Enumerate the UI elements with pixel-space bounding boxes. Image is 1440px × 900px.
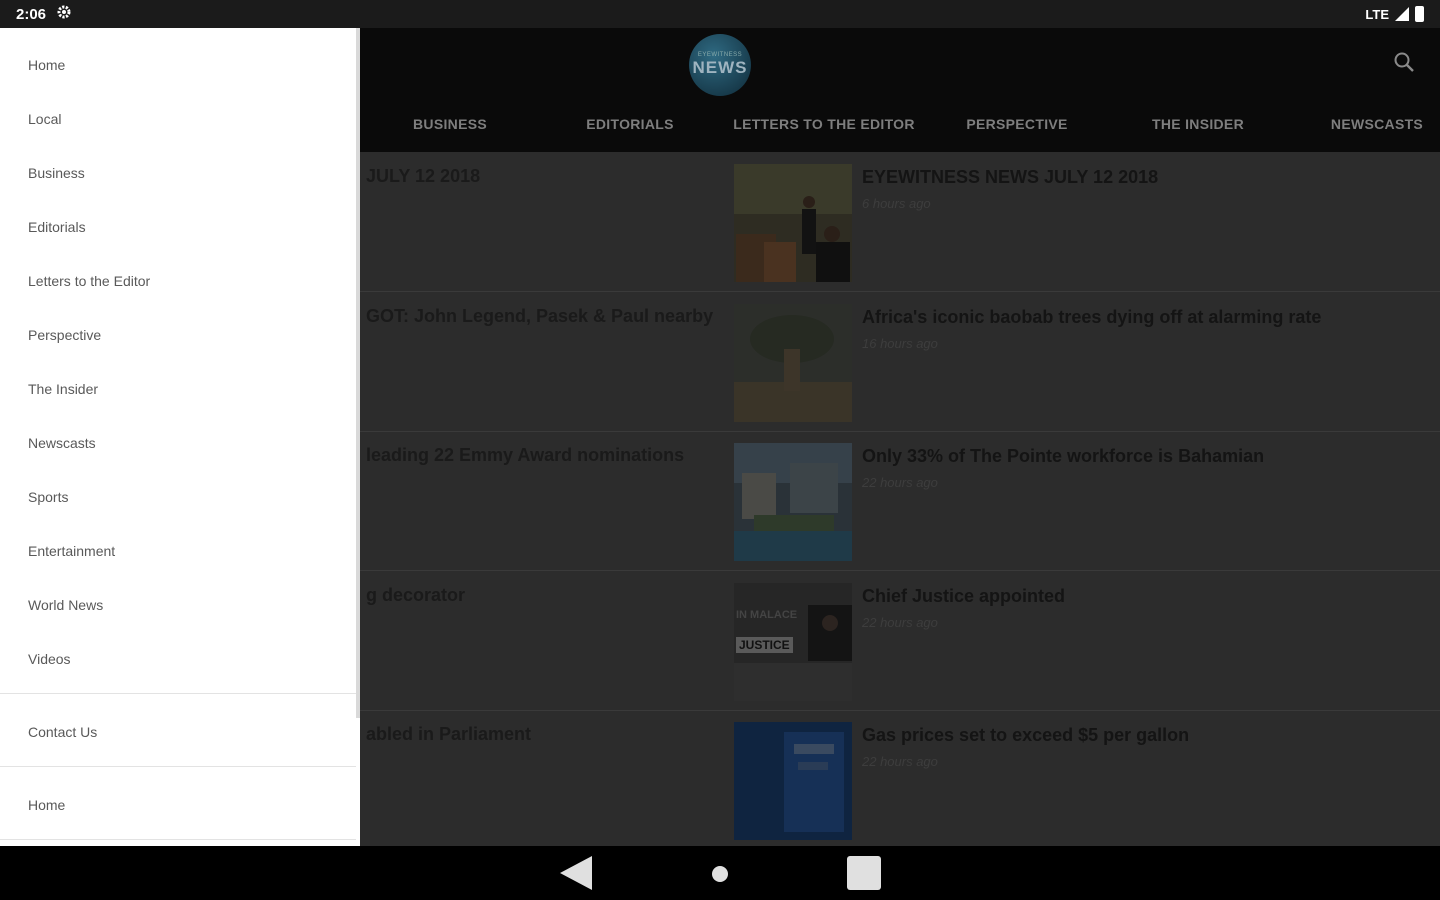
left-news-column: JULY 12 2018 GOT: John Legend, Pasek & P…: [360, 152, 722, 846]
news-title: Chief Justice appointed: [862, 586, 1066, 606]
drawer-item-local[interactable]: Local: [28, 111, 61, 127]
news-timestamp: 6 hours ago: [862, 196, 931, 211]
row-divider: [360, 431, 1440, 432]
tab-business[interactable]: BUSINESS: [413, 116, 487, 132]
battery-icon: [1415, 6, 1424, 22]
logo-text: NEWS: [692, 58, 748, 77]
news-thumbnail-gas-pump: [734, 722, 852, 840]
tab-editorials[interactable]: EDITORIALS: [586, 116, 674, 132]
news-thumbnail-baobab: [734, 304, 852, 422]
news-title: Gas prices set to exceed $5 per gallon: [862, 725, 1190, 745]
drawer-divider: [0, 766, 356, 767]
signal-icon: [1395, 7, 1409, 21]
news-timestamp: 22 hours ago: [862, 615, 938, 630]
search-button[interactable]: [1390, 50, 1418, 78]
row-divider: [360, 291, 1440, 292]
app-logo[interactable]: EYEWITNESS NEWS: [689, 34, 751, 96]
left-news-title[interactable]: abled in Parliament: [366, 724, 722, 745]
tab-the-insider[interactable]: THE INSIDER: [1152, 116, 1244, 132]
row-divider: [360, 570, 1440, 571]
left-news-title[interactable]: g decorator: [366, 585, 722, 606]
thumb-overlay-line2: JUSTICE: [736, 637, 793, 653]
recents-icon[interactable]: [847, 856, 881, 890]
row-divider: [360, 710, 1440, 711]
news-title: Only 33% of The Pointe workforce is Baha…: [862, 446, 1265, 466]
drawer-item-editorials[interactable]: Editorials: [28, 219, 86, 235]
news-timestamp: 16 hours ago: [862, 336, 938, 351]
drawer-item-the-insider[interactable]: The Insider: [28, 381, 98, 397]
news-list-item[interactable]: EYEWITNESS NEWS JULY 12 2018 6 hours ago: [734, 164, 1434, 282]
thumb-overlay-line1: IN MALACE: [736, 609, 798, 621]
news-thumbnail-podium: [734, 164, 852, 282]
news-list-item[interactable]: Gas prices set to exceed $5 per gallon 2…: [734, 722, 1434, 840]
drawer-item-videos[interactable]: Videos: [28, 651, 71, 667]
search-icon: [1393, 51, 1415, 78]
drawer-item-sports[interactable]: Sports: [28, 489, 68, 505]
drawer-item-home-secondary[interactable]: Home: [28, 797, 65, 813]
news-thumbnail-justice: IN MALACE JUSTICE: [734, 583, 852, 701]
navigation-drawer: Home Local Business Editorials Letters t…: [0, 28, 360, 846]
left-news-title[interactable]: JULY 12 2018: [366, 166, 722, 187]
drawer-divider: [0, 693, 356, 694]
drawer-item-entertainment[interactable]: Entertainment: [28, 543, 115, 559]
left-news-title[interactable]: GOT: John Legend, Pasek & Paul nearby: [366, 306, 722, 327]
system-nav-bar: [0, 846, 1440, 900]
drawer-item-letters[interactable]: Letters to the Editor: [28, 273, 150, 289]
news-title: Africa's iconic baobab trees dying off a…: [862, 307, 1322, 327]
tab-letters-to-the-editor[interactable]: LETTERS TO THE EDITOR: [733, 116, 915, 132]
news-thumbnail-resort: [734, 443, 852, 561]
news-list-item[interactable]: IN MALACE JUSTICE Chief Justice appointe…: [734, 583, 1434, 701]
drawer-item-contact-us[interactable]: Contact Us: [28, 724, 97, 740]
drawer-divider: [0, 839, 356, 840]
news-list-item[interactable]: Only 33% of The Pointe workforce is Baha…: [734, 443, 1434, 561]
tab-newscasts[interactable]: NEWSCASTS: [1331, 116, 1423, 132]
status-bar: 2:06 LTE: [0, 0, 1440, 28]
home-icon[interactable]: [712, 866, 728, 882]
drawer-item-home[interactable]: Home: [28, 57, 65, 73]
status-time: 2:06: [16, 5, 47, 23]
left-news-title[interactable]: leading 22 Emmy Award nominations: [366, 445, 722, 466]
news-list-item[interactable]: Africa's iconic baobab trees dying off a…: [734, 304, 1434, 422]
drawer-item-world-news[interactable]: World News: [28, 597, 103, 613]
news-timestamp: 22 hours ago: [862, 754, 938, 769]
tab-perspective[interactable]: PERSPECTIVE: [966, 116, 1067, 132]
drawer-item-business[interactable]: Business: [28, 165, 85, 181]
gear-icon: [56, 4, 72, 24]
back-icon[interactable]: [560, 856, 592, 890]
drawer-item-perspective[interactable]: Perspective: [28, 327, 101, 343]
network-label: LTE: [1365, 6, 1389, 22]
news-timestamp: 22 hours ago: [862, 475, 938, 490]
news-title: EYEWITNESS NEWS JULY 12 2018: [862, 167, 1159, 187]
drawer-scrollbar[interactable]: [356, 28, 360, 718]
drawer-item-newscasts[interactable]: Newscasts: [28, 435, 96, 451]
